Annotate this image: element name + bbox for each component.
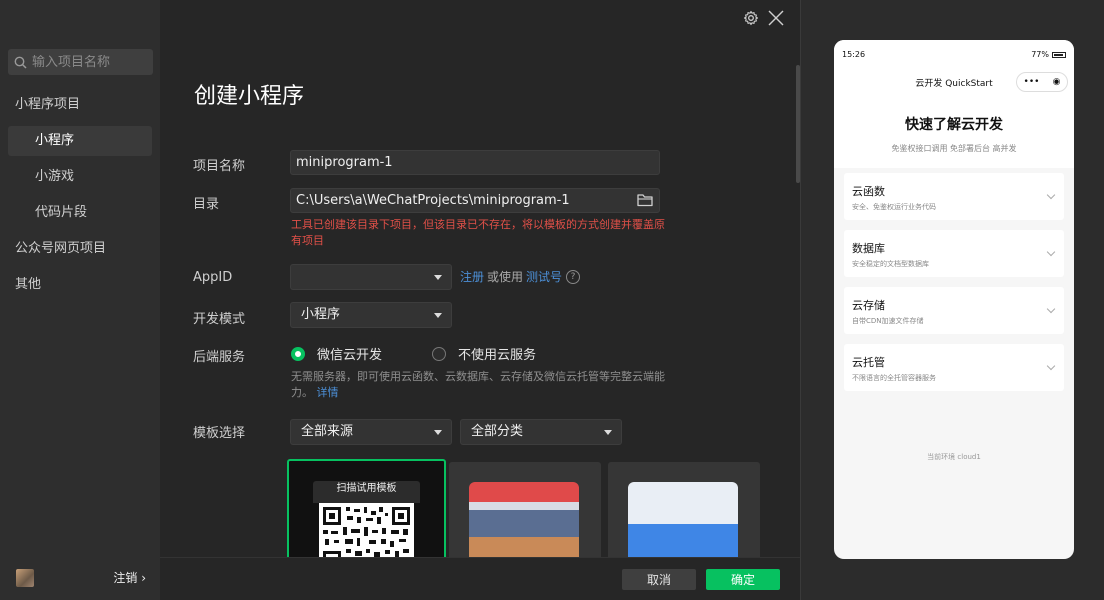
chevron-down-icon — [1046, 190, 1056, 200]
help-icon[interactable]: ? — [566, 269, 581, 284]
preview-card: 云托管 不限语言的全托管容器服务 — [844, 344, 1064, 391]
sidebar: 小程序项目 小程序 小游戏 代码片段 公众号网页项目 其他 注销 › — [0, 0, 160, 600]
qr-card-label: 扫描试用模板 — [313, 481, 420, 503]
preview-card-title: 云托管 — [852, 356, 885, 369]
template-card-qr[interactable]: 扫描试用模板 — [287, 459, 446, 569]
template-category-value: 全部分类 — [471, 424, 524, 439]
template-category-select[interactable]: 全部分类 — [460, 419, 622, 445]
radio-no-cloud[interactable]: 不使用云服务 — [432, 344, 536, 363]
preview-card-desc: 安全、免鉴权运行业务代码 — [852, 203, 936, 211]
or-use-text: 或使用 — [487, 270, 524, 284]
folder-icon[interactable] — [636, 192, 654, 208]
register-link[interactable]: 注册 — [460, 268, 484, 285]
search-box[interactable] — [8, 49, 153, 75]
sidebar-item-miniprogram[interactable]: 小程序 — [8, 126, 152, 156]
directory-warning: 工具已创建该目录下项目，但该目录已不存在，将以模板的方式创建并覆盖原有项目 — [291, 218, 665, 247]
phone-preview: 15:26 77% 云开发 QuickStart ••• ◉ 快速了解云开发 免… — [834, 40, 1074, 559]
battery-percent: 77% — [1031, 50, 1049, 59]
template-source-select[interactable]: 全部来源 — [290, 419, 452, 445]
details-link[interactable]: 详情 — [317, 386, 339, 399]
preview-heading: 快速了解云开发 — [905, 117, 1003, 133]
chevron-down-icon — [1046, 304, 1056, 314]
avatar[interactable] — [16, 569, 34, 587]
preview-area: 15:26 77% 云开发 QuickStart ••• ◉ 快速了解云开发 免… — [800, 0, 1104, 600]
status-time: 15:26 — [842, 50, 866, 59]
preview-card-title: 云函数 — [852, 185, 885, 198]
more-dots-icon: ••• — [1023, 77, 1040, 87]
battery-icon — [1052, 51, 1066, 58]
appid-label: AppID — [193, 270, 233, 285]
dev-mode-select[interactable]: 小程序 — [290, 302, 452, 328]
sidebar-item-miniprogram-projects[interactable]: 小程序项目 — [15, 90, 80, 120]
logout-button[interactable]: 注销 › — [113, 569, 146, 586]
project-name-input[interactable] — [290, 150, 660, 175]
template-label: 模板选择 — [193, 426, 246, 441]
capsule-menu: ••• ◉ — [1016, 72, 1068, 92]
battery-indicator: 77% — [1031, 50, 1066, 59]
preview-card-desc: 安全稳定的文档型数据库 — [852, 260, 929, 268]
gear-icon[interactable] — [743, 10, 759, 26]
radio-unselected-icon — [432, 346, 446, 361]
preview-header: 快速了解云开发 免鉴权接口调用 免部署后台 高并发 — [834, 96, 1074, 168]
preview-card-desc: 不限语言的全托管容器服务 — [852, 374, 936, 382]
chevron-down-icon — [434, 275, 442, 280]
preview-subheading: 免鉴权接口调用 免部署后台 高并发 — [891, 144, 1017, 153]
dev-mode-label: 开发模式 — [193, 312, 246, 327]
radio-no-cloud-label: 不使用云服务 — [458, 348, 537, 363]
sidebar-footer: 注销 › — [0, 556, 160, 600]
template-card-2[interactable] — [449, 462, 601, 572]
preview-card-desc: 自带CDN加速文件存储 — [852, 317, 924, 325]
preview-card-title: 数据库 — [852, 242, 885, 255]
sidebar-item-code-snippets[interactable]: 代码片段 — [8, 198, 152, 228]
radio-wechat-cloud-label: 微信云开发 — [317, 348, 383, 363]
sidebar-item-other[interactable]: 其他 — [15, 270, 41, 300]
appid-links: 注册 或使用 测试号 ? — [460, 268, 581, 285]
preview-nav-bar: 云开发 QuickStart ••• ◉ — [834, 68, 1074, 96]
sidebar-item-minigame[interactable]: 小游戏 — [8, 162, 152, 192]
chevron-down-icon — [1046, 247, 1056, 257]
directory-label: 目录 — [193, 197, 220, 212]
backend-description: 无需服务器，即可使用云函数、云数据库、云存储及微信云托管等完整云端能力。 详情 — [291, 369, 676, 401]
directory-input[interactable] — [290, 188, 660, 213]
status-bar: 15:26 77% — [834, 40, 1074, 68]
radio-wechat-cloud[interactable]: 微信云开发 — [291, 344, 382, 363]
template-source-value: 全部来源 — [301, 424, 354, 439]
create-project-panel: 创建小程序 项目名称 目录 工具已创建该目录下项目，但该目录已不存在，将以模板的… — [160, 0, 800, 600]
preview-card-title: 云存储 — [852, 299, 885, 312]
cancel-button[interactable]: 取消 — [622, 569, 696, 590]
project-name-label: 项目名称 — [193, 159, 246, 174]
preview-card: 云函数 安全、免鉴权运行业务代码 — [844, 173, 1064, 220]
chevron-down-icon — [434, 430, 442, 435]
chevron-down-icon — [604, 430, 612, 435]
template-card-3[interactable] — [608, 462, 760, 572]
search-icon — [14, 56, 27, 69]
chevron-down-icon — [434, 313, 442, 318]
page-title: 创建小程序 — [194, 84, 305, 109]
chevron-down-icon — [1046, 361, 1056, 371]
backend-description-text: 无需服务器，即可使用云函数、云数据库、云存储及微信云托管等完整云端能力。 — [291, 370, 665, 399]
preview-card: 数据库 安全稳定的文档型数据库 — [844, 230, 1064, 277]
confirm-button[interactable]: 确定 — [706, 569, 780, 590]
preview-card: 云存储 自带CDN加速文件存储 — [844, 287, 1064, 334]
preview-env-text: 当前环境 cloud1 — [927, 453, 981, 461]
search-input[interactable] — [32, 54, 144, 70]
test-account-link[interactable]: 测试号 — [526, 268, 562, 285]
dialog-footer: 取消 确定 — [160, 557, 800, 600]
dev-mode-value: 小程序 — [301, 307, 341, 322]
appid-select[interactable] — [290, 264, 452, 290]
sidebar-item-official-account[interactable]: 公众号网页项目 — [15, 234, 106, 264]
target-icon: ◉ — [1052, 77, 1061, 87]
radio-selected-icon — [291, 346, 305, 361]
close-icon[interactable] — [768, 10, 784, 26]
backend-label: 后端服务 — [193, 350, 246, 365]
